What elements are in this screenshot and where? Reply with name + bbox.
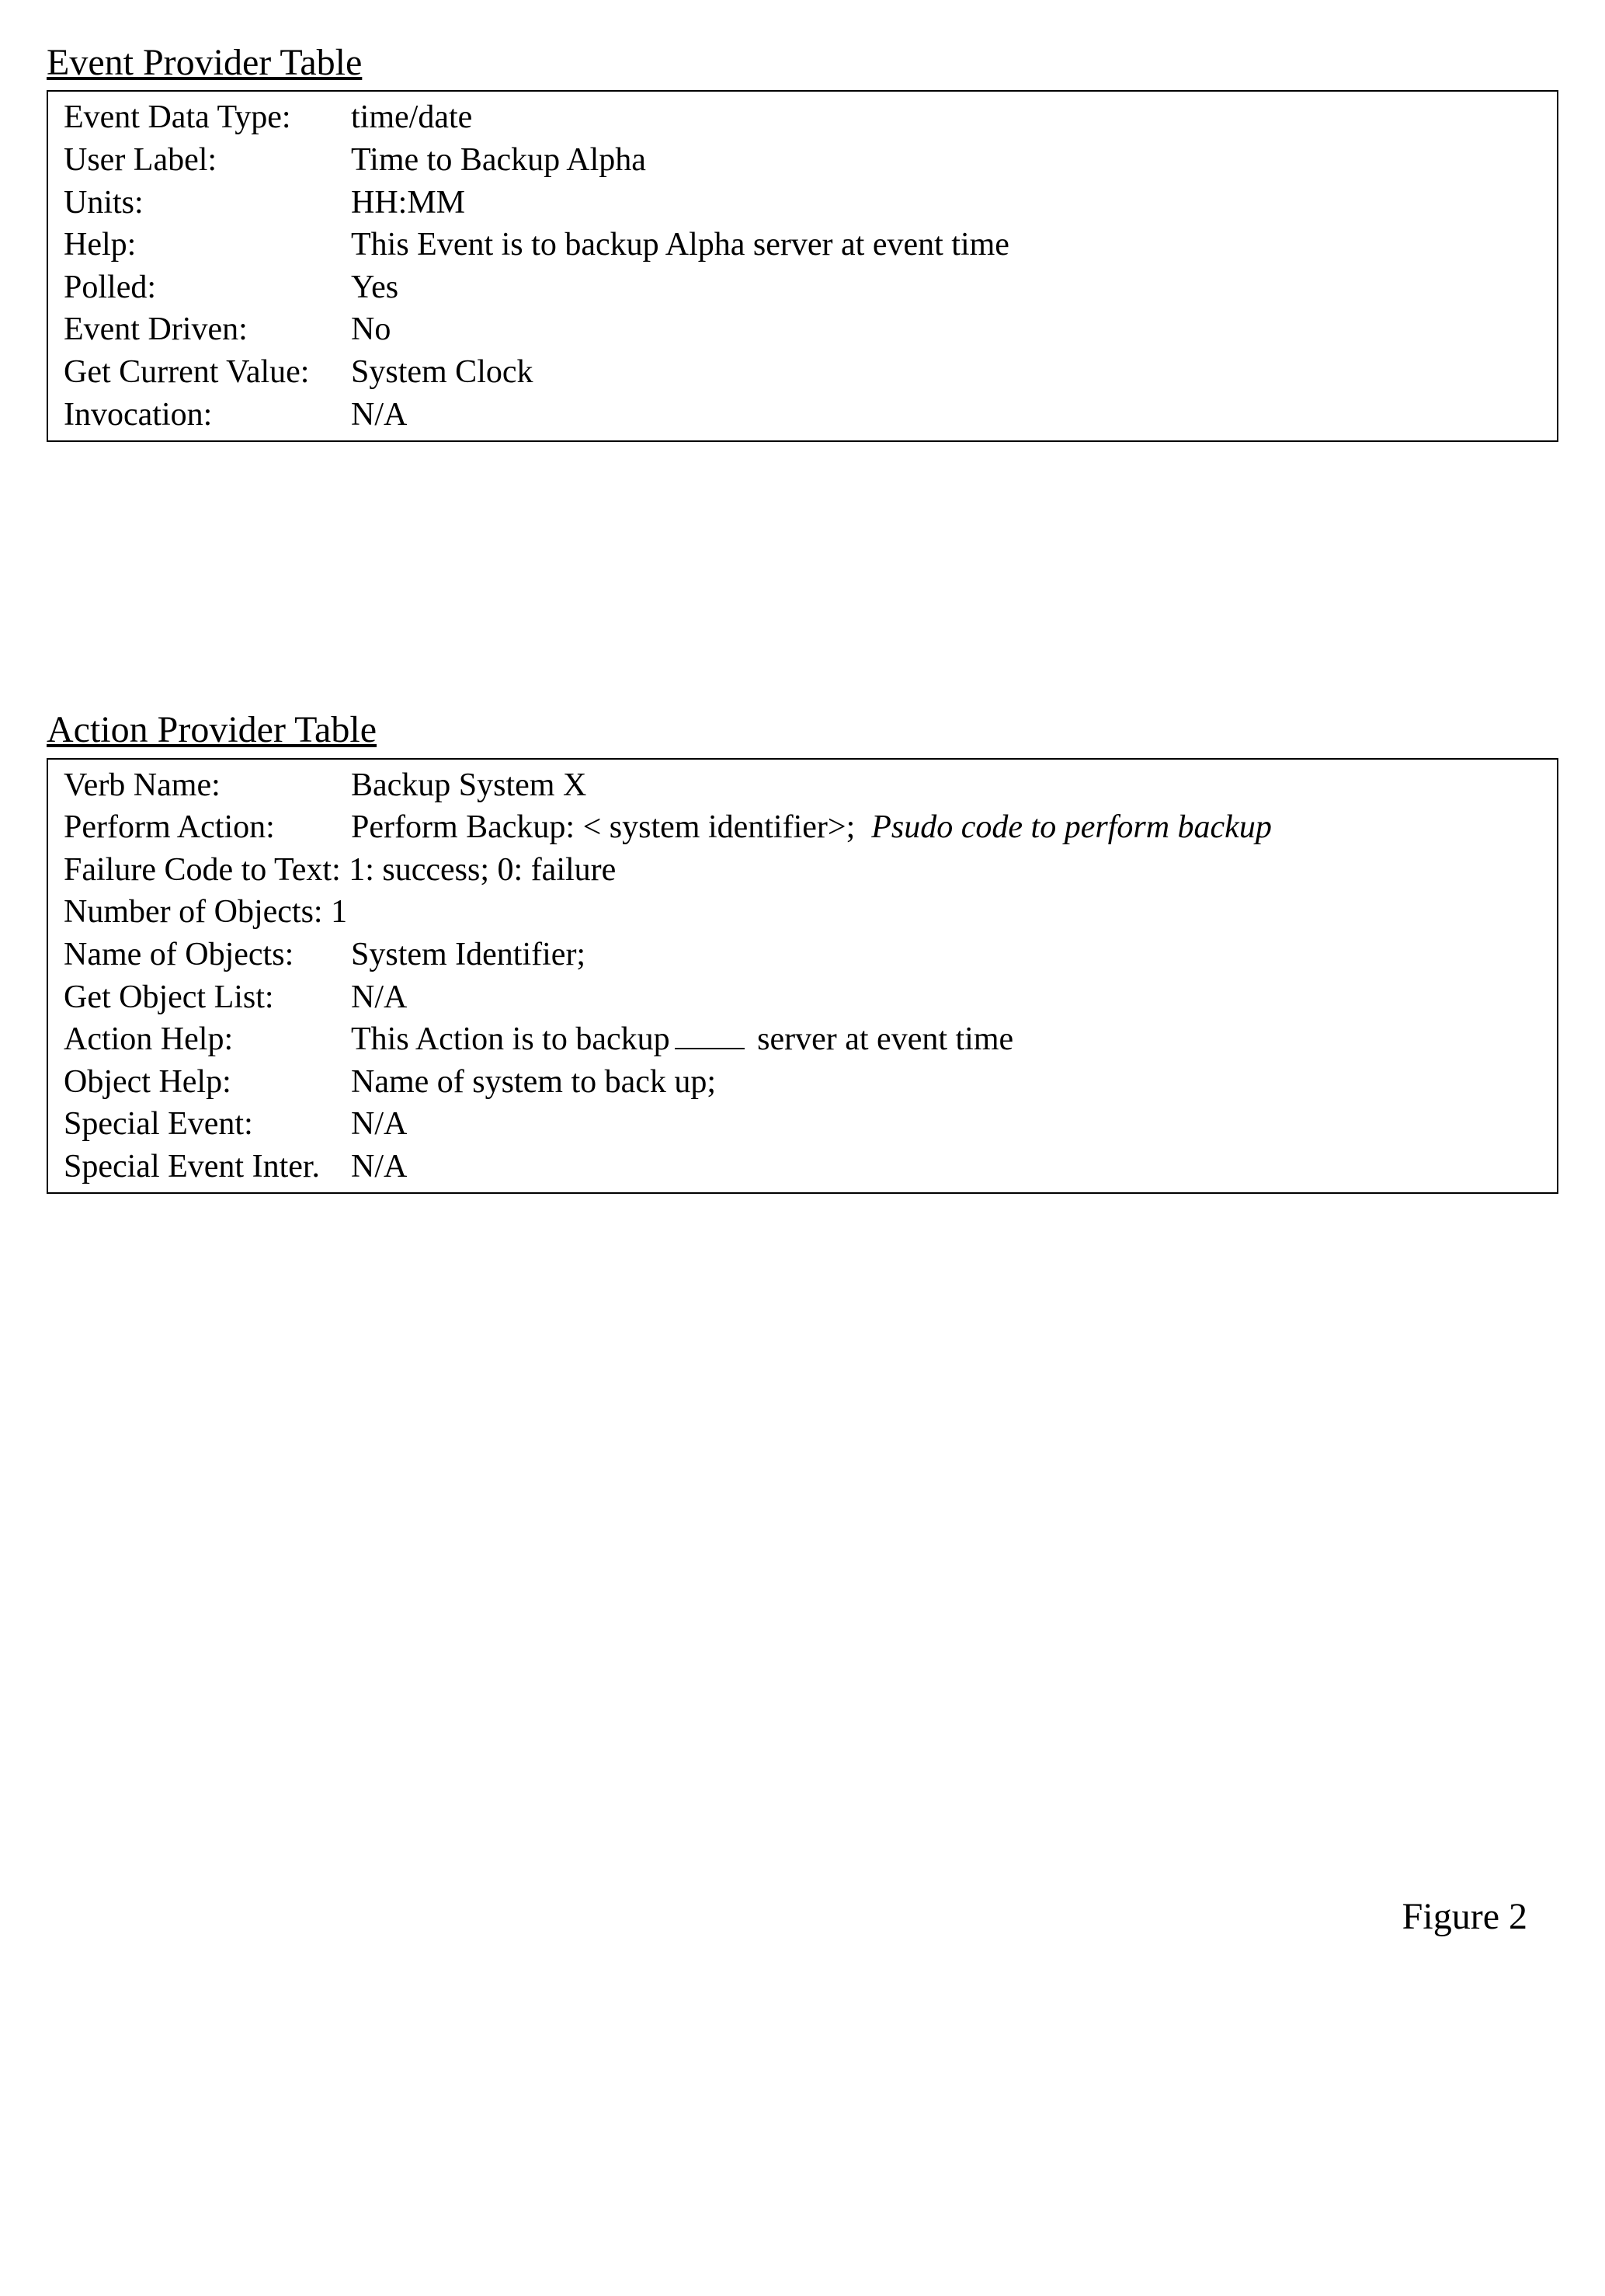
row-invocation: Invocation: N/A [64,394,1541,437]
label: Get Current Value: [64,351,351,394]
label: Event Driven: [64,308,351,351]
label: Get Object List: [64,976,351,1019]
row-help: Help: This Event is to backup Alpha serv… [64,224,1541,266]
value: System Clock [351,351,1541,394]
value: Yes [351,266,1541,309]
value: Name of system to back up; [351,1061,1541,1104]
event-provider-section: Event Provider Table Event Data Type: ti… [47,39,1558,442]
action-provider-title: Action Provider Table [47,706,1558,754]
event-provider-title: Event Provider Table [47,39,1558,87]
label: User Label: [64,139,351,182]
value-post: server at event time [749,1021,1014,1057]
value: N/A [351,976,1541,1019]
value: No [351,308,1541,351]
row-units: Units: HH:MM [64,182,1541,224]
figure-label: Figure 2 [47,1893,1558,1941]
label: Invocation: [64,394,351,437]
label: Special Event: [64,1103,351,1146]
row-user-label: User Label: Time to Backup Alpha [64,139,1541,182]
row-num-objects: Number of Objects: 1 [64,891,1541,934]
label: Units: [64,182,351,224]
value: N/A [351,1146,1541,1188]
label: Help: [64,224,351,266]
value: N/A [351,394,1541,437]
full-text: Failure Code to Text: 1: success; 0: fai… [64,849,616,892]
row-perform-action: Perform Action: Perform Backup: < system… [64,806,1541,849]
row-action-help: Action Help: This Action is to backup se… [64,1018,1541,1061]
value-pre: This Action is to backup [351,1021,670,1057]
label: Name of Objects: [64,934,351,976]
value: Time to Backup Alpha [351,139,1541,182]
row-failure-code: Failure Code to Text: 1: success; 0: fai… [64,849,1541,892]
action-provider-box: Verb Name: Backup System X Perform Actio… [47,758,1558,1195]
label: Event Data Type: [64,96,351,139]
row-polled: Polled: Yes [64,266,1541,309]
value: System Identifier; [351,934,1541,976]
label: Action Help: [64,1018,351,1061]
event-provider-box: Event Data Type: time/date User Label: T… [47,90,1558,442]
value: Perform Backup: < system identifier>; Ps… [351,806,1541,849]
row-event-driven: Event Driven: No [64,308,1541,351]
row-verb-name: Verb Name: Backup System X [64,764,1541,807]
label: Verb Name: [64,764,351,807]
label: Special Event Inter. [64,1146,351,1188]
row-name-objects: Name of Objects: System Identifier; [64,934,1541,976]
value-text: Perform Backup: < system identifier>; [351,809,855,845]
row-get-current-value: Get Current Value: System Clock [64,351,1541,394]
value: time/date [351,96,1541,139]
row-object-help: Object Help: Name of system to back up; [64,1061,1541,1104]
value: HH:MM [351,182,1541,224]
row-special-event: Special Event: N/A [64,1103,1541,1146]
label: Polled: [64,266,351,309]
full-text: Number of Objects: 1 [64,891,347,934]
label: Perform Action: [64,806,351,849]
row-get-object-list: Get Object List: N/A [64,976,1541,1019]
value: This Action is to backup server at event… [351,1018,1541,1061]
action-provider-section: Action Provider Table Verb Name: Backup … [47,706,1558,1194]
label: Object Help: [64,1061,351,1104]
blank-line [675,1048,745,1049]
value: N/A [351,1103,1541,1146]
value: This Event is to backup Alpha server at … [351,224,1541,266]
row-special-event-inter: Special Event Inter. N/A [64,1146,1541,1188]
value-italic: Psudo code to perform backup [871,809,1272,845]
value: Backup System X [351,764,1541,807]
row-event-data-type: Event Data Type: time/date [64,96,1541,139]
